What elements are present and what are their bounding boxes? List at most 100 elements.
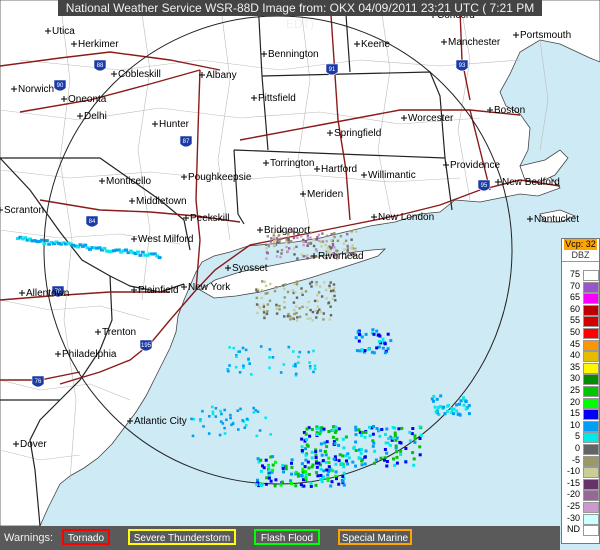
radar-echo [372, 425, 375, 428]
radar-echo [412, 463, 416, 467]
radar-echo [202, 425, 205, 428]
legend-swatch [583, 455, 599, 467]
radar-echo [325, 240, 328, 243]
radar-echo [307, 300, 310, 304]
radar-echo [267, 245, 270, 248]
radar-echo [377, 345, 381, 349]
radar-echo [310, 285, 313, 288]
legend-swatch [583, 478, 599, 490]
legend-value: -20 [566, 489, 580, 500]
legend-value: -25 [566, 501, 580, 511]
legend-swatch [583, 409, 599, 421]
warning-severe-thunderstorm-button[interactable]: Severe Thunderstorm [128, 529, 236, 545]
radar-echo [319, 442, 323, 446]
radar-echo [383, 342, 387, 346]
radar-echo [381, 339, 385, 343]
city-scranton: Scranton [0, 205, 44, 216]
radar-echo [225, 418, 228, 422]
legend-row: 15 [562, 408, 599, 421]
radar-echo [265, 312, 269, 316]
legend-row: 45 [562, 339, 599, 351]
radar-echo [332, 289, 335, 292]
city-label: Hunter [159, 119, 190, 130]
radar-echo [335, 477, 338, 481]
radar-echo [319, 310, 322, 314]
radar-echo [304, 290, 308, 293]
legend-value: 75 [569, 269, 580, 279]
radar-echo [228, 364, 231, 367]
radar-echo [296, 474, 300, 478]
city-label: Delhi [84, 111, 107, 122]
radar-echo [455, 409, 459, 413]
warning-flash-flood-button[interactable]: Flash Flood [254, 529, 320, 545]
radar-echo [273, 289, 277, 293]
radar-echo [218, 433, 222, 437]
radar-echo [304, 447, 307, 451]
legend-row: 35 [562, 362, 599, 374]
radar-echo [266, 310, 269, 313]
radar-echo [360, 463, 364, 467]
radar-echo [283, 296, 286, 299]
city-label: Syosset [232, 263, 268, 274]
radar-echo [330, 232, 333, 236]
radar-echo [322, 469, 326, 473]
radar-echo [325, 297, 328, 300]
radar-echo [342, 471, 346, 475]
radar-echo [239, 407, 242, 411]
radar-echo [315, 433, 319, 436]
legend-row: 10 [562, 420, 599, 432]
radar-echo [389, 339, 393, 343]
radar-echo [295, 305, 298, 308]
radar-echo [220, 412, 223, 416]
interstate-88-shield: 88 [93, 59, 107, 72]
radar-echo [221, 422, 225, 425]
radar-echo [307, 466, 311, 470]
radar-echo [256, 410, 260, 413]
radar-echo [296, 236, 299, 239]
radar-echo [332, 457, 336, 461]
radar-echo [256, 478, 259, 482]
radar-echo [245, 417, 249, 421]
legend-value: 65 [569, 292, 580, 303]
radar-echo [368, 425, 371, 429]
radar-echo [383, 448, 387, 451]
interstate-87-shield: 87 [179, 135, 193, 148]
legend-row: 55 [562, 315, 599, 328]
warning-tornado-button[interactable]: Tornado [62, 529, 110, 545]
radar-echo [313, 364, 317, 368]
city-label: Utica [52, 26, 75, 37]
city-oneonta: Oneonta [61, 94, 107, 105]
radar-echo [300, 253, 304, 256]
radar-echo [286, 315, 290, 318]
radar-echo [332, 283, 336, 286]
radar-echo [273, 243, 276, 247]
radar-echo [306, 306, 309, 309]
radar-echo [266, 252, 269, 255]
radar-echo [280, 248, 284, 252]
legend-row: 20 [562, 397, 599, 409]
radar-echo [208, 415, 211, 418]
radar-echo [260, 483, 264, 487]
radar-echo [258, 429, 262, 432]
legend-swatch [583, 386, 599, 397]
radar-echo [211, 412, 215, 416]
radar-echo [190, 417, 193, 421]
radar-echo [404, 447, 408, 450]
radar-echo [350, 238, 353, 241]
radar-echo [345, 459, 348, 463]
radar-echo [350, 230, 353, 233]
radar-map[interactable]: 889091938784951957876 ConcordUticaHerkim… [0, 0, 600, 550]
radar-echo [273, 239, 276, 243]
radar-echo [328, 318, 331, 321]
dbz-legend: Vcp: 32 DBZ 75 70 65 60 55 50 45 40 35 30 25 20 15 10… [561, 238, 600, 544]
radar-echo [361, 430, 364, 434]
radar-echo [267, 465, 271, 469]
radar-echo [316, 299, 319, 303]
radar-echo [340, 479, 344, 483]
radar-window: 889091938784951957876 ConcordUticaHerkim… [0, 0, 600, 550]
warning-special-marine-button[interactable]: Special Marine [338, 529, 412, 545]
radar-echo [313, 299, 317, 303]
city-philadelphia: Philadelphia [55, 349, 117, 360]
radar-echo [271, 455, 275, 459]
city-worcester: Worcester [401, 113, 454, 124]
